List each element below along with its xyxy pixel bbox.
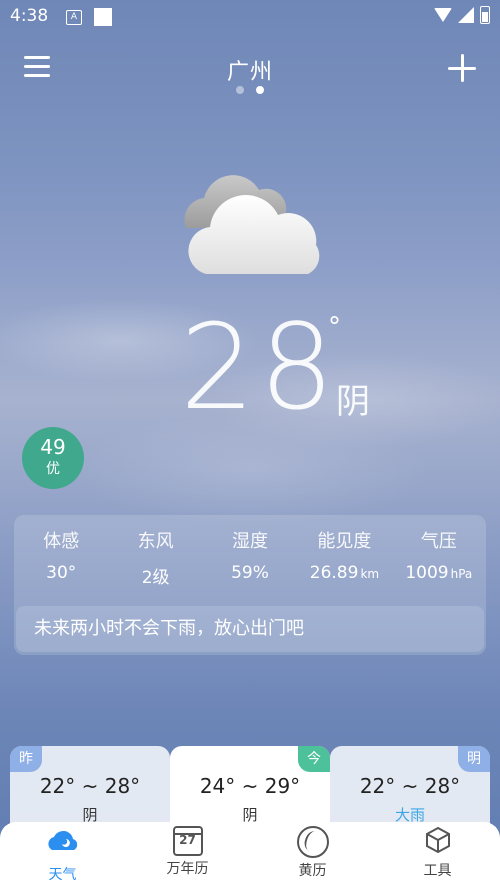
tab-label: 工具 (423, 863, 452, 879)
status-bar: 4:38 A (0, 0, 500, 34)
day-tag-today: 今 (298, 746, 330, 772)
tab-almanac[interactable]: 黄历 (250, 822, 375, 888)
detail-label: 东风 (137, 531, 174, 552)
day-card-yesterday[interactable]: 昨 22° ~ 28° 阴 (10, 746, 170, 826)
day-tag-tomorrow: 明 (458, 746, 490, 772)
details-panel: 体感 30° 东风 2级 湿度 59% 能见度 26.89 km 气压 1009 h… (14, 515, 486, 655)
detail-pressure: 气压 1009 hPa (392, 527, 486, 588)
detail-visibility: 能见度 26.89 km (297, 527, 391, 588)
bottom-tab-bar: 天气 27 万年历 黄历 工具 (0, 822, 500, 888)
detail-unit: hPa (450, 567, 473, 581)
day-temp-range: 22° ~ 28° (39, 774, 141, 798)
degree-symbol: ° (328, 312, 341, 342)
daily-forecast: 昨 22° ~ 28° 阴 今 24° ~ 29° 阴 明 22° ~ 28° … (10, 746, 490, 826)
detail-wind: 东风 2级 (108, 527, 202, 588)
almanac-icon (296, 826, 329, 858)
aqi-value: 49 (40, 435, 66, 459)
day-card-tomorrow[interactable]: 明 22° ~ 28° 大雨 (330, 746, 490, 826)
day-temp-range: 24° ~ 29° (199, 774, 301, 798)
detail-label: 气压 (420, 531, 457, 552)
tab-label: 天气 (48, 867, 77, 883)
rain-forecast-message[interactable]: 未来两小时不会下雨，放心出门吧 (16, 606, 484, 652)
day-temp-range: 22° ~ 28° (359, 774, 461, 798)
tools-icon (425, 826, 450, 854)
status-time: 4:38 (10, 6, 49, 26)
detail-label: 湿度 (232, 531, 269, 552)
aqi-badge[interactable]: 49 优 (22, 427, 84, 489)
signal-icon (458, 7, 474, 23)
tab-label: 万年历 (166, 861, 209, 877)
calendar-icon: 27 (172, 826, 203, 856)
wifi-icon (434, 8, 452, 22)
tab-tools[interactable]: 工具 (375, 822, 500, 888)
detail-value: 1009 hPa (405, 563, 473, 583)
status-indicators (434, 6, 490, 24)
details-row: 体感 30° 东风 2级 湿度 59% 能见度 26.89 km 气压 1009 h… (14, 527, 486, 588)
detail-unit: km (360, 567, 380, 581)
city-name: 广州 (226, 60, 273, 85)
detail-humidity: 湿度 59% (203, 527, 297, 588)
page-dot (236, 86, 244, 94)
detail-value: 2级 (141, 568, 170, 588)
add-city-icon[interactable] (448, 54, 476, 82)
battery-icon (480, 6, 490, 24)
detail-value: 59% (231, 563, 269, 583)
weather-icon (47, 830, 77, 850)
day-tag-yesterday: 昨 (10, 746, 42, 772)
detail-value: 30° (46, 563, 77, 583)
tab-calendar[interactable]: 27 万年历 (125, 822, 250, 888)
notification-a-icon: A (66, 10, 82, 25)
notification-square-icon (94, 8, 112, 26)
aqi-level: 优 (46, 461, 60, 477)
detail-label: 能见度 (317, 531, 372, 552)
cloudy-weather-icon (184, 175, 320, 274)
detail-feels-like: 体感 30° (14, 527, 108, 588)
current-temperature: 28 (180, 298, 339, 436)
page-dot-active (256, 86, 264, 94)
current-condition: 阴 (336, 382, 370, 422)
day-card-today[interactable]: 今 24° ~ 29° 阴 (170, 746, 330, 826)
page-indicator (0, 86, 500, 94)
detail-value: 26.89 km (309, 563, 380, 583)
detail-label: 体感 (43, 531, 80, 552)
tab-weather[interactable]: 天气 (0, 822, 125, 888)
tab-label: 黄历 (298, 863, 327, 879)
